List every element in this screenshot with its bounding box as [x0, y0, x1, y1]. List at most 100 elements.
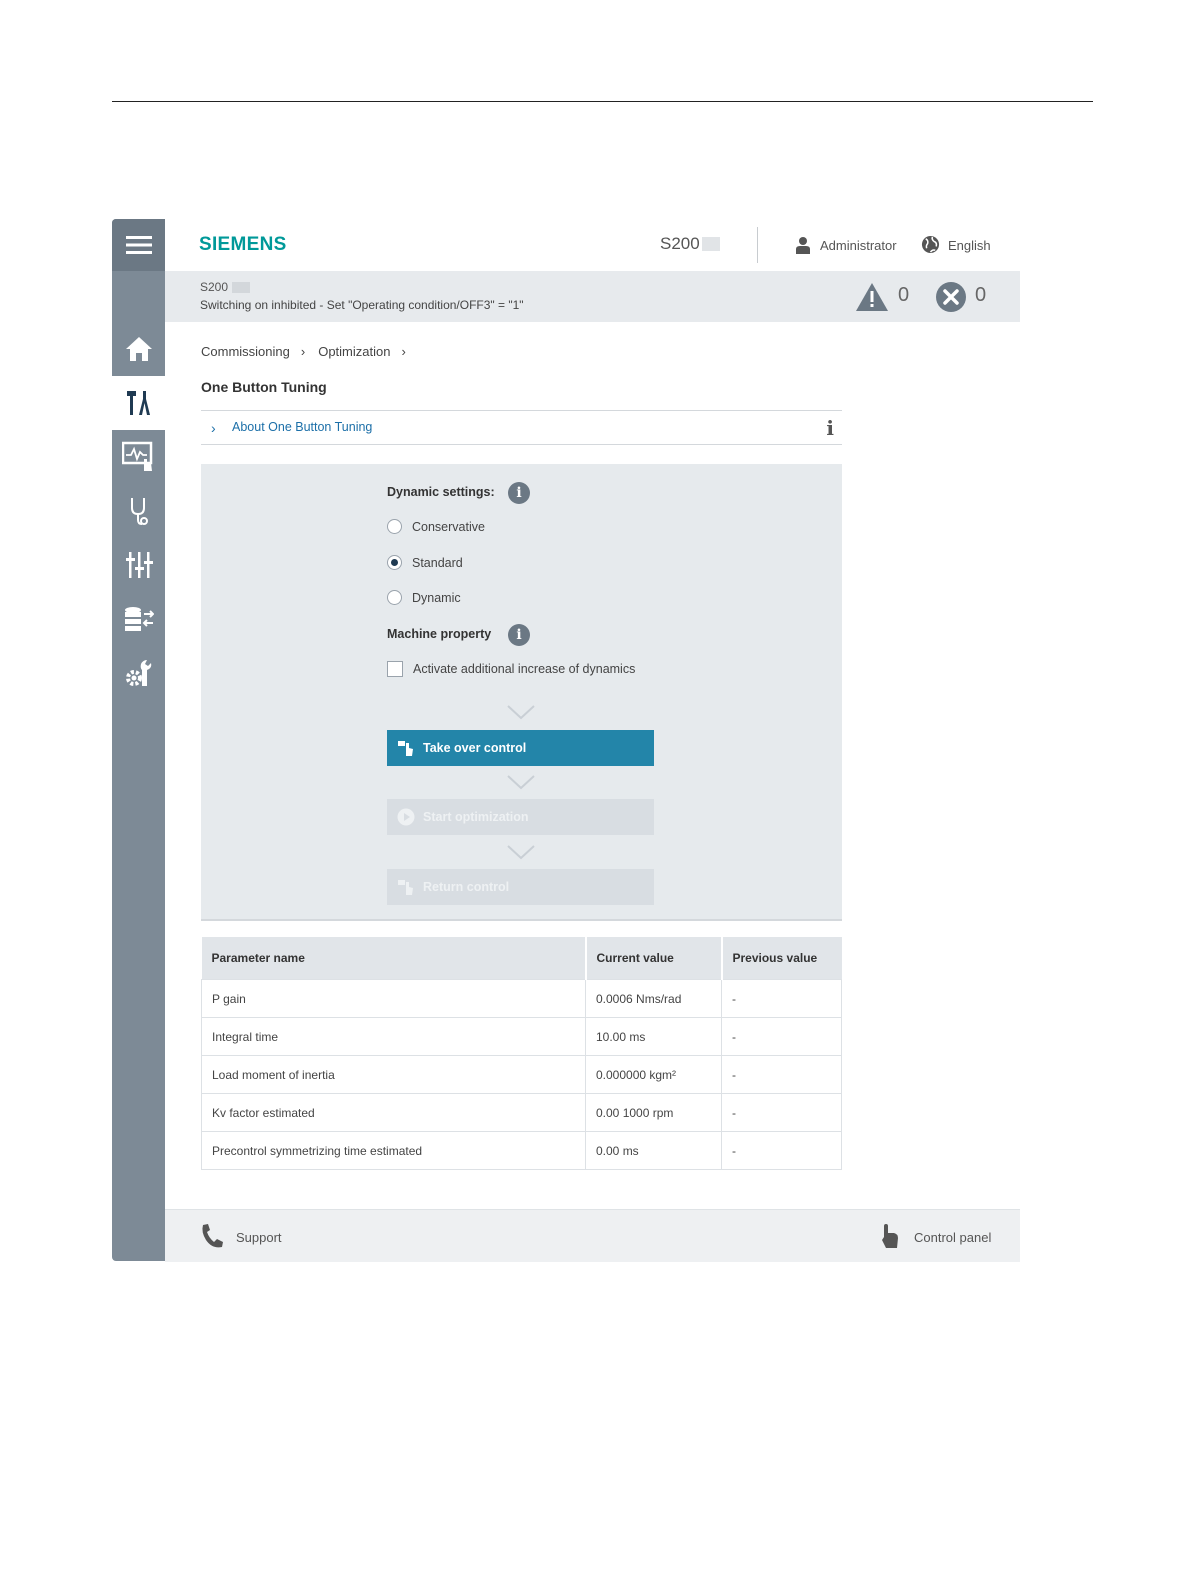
table-row: Kv factor estimated 0.00 1000 rpm - [201, 1093, 842, 1132]
error-count[interactable]: 0 [975, 284, 986, 307]
previous-value: - [721, 1055, 842, 1094]
radio-button[interactable] [387, 519, 402, 534]
radio-dynamic[interactable]: Dynamic [387, 590, 461, 605]
language-selector[interactable]: English [948, 238, 991, 253]
parameter-name: Kv factor estimated [201, 1093, 586, 1132]
breadcrumb-optimization[interactable]: Optimization [318, 344, 390, 359]
current-value: 0.00 ms [585, 1131, 722, 1170]
table-row: Load moment of inertia 0.000000 kgm² - [201, 1055, 842, 1094]
sidebar-item-monitoring[interactable] [112, 430, 165, 484]
take-over-control-label: Take over control [423, 741, 527, 755]
table-row: Integral time 10.00 ms - [201, 1017, 842, 1056]
return-control-button[interactable]: Return control [387, 869, 654, 905]
user-name[interactable]: Administrator [820, 238, 897, 253]
sidebar-item-parameters[interactable] [112, 538, 165, 592]
app-window: SIEMENS S200 Administrator English S200 … [112, 219, 1020, 1262]
about-expander[interactable]: › About One Button Tuning i [201, 410, 842, 445]
page-top-rule [112, 101, 1093, 102]
app-footer: Support Control panel [165, 1209, 1020, 1262]
radio-label: Standard [412, 555, 463, 570]
status-message: Switching on inhibited - Set "Operating … [200, 298, 524, 312]
menu-button[interactable] [112, 219, 165, 271]
radio-label: Conservative [412, 519, 485, 534]
current-value: 0.000000 kgm² [585, 1055, 722, 1094]
home-icon [125, 337, 152, 361]
machine-property-label: Machine property [387, 627, 492, 641]
siemens-logo: SIEMENS [199, 234, 287, 255]
error-icon[interactable] [935, 282, 967, 314]
sidebar [112, 219, 165, 1261]
about-link[interactable]: About One Button Tuning [232, 420, 372, 434]
dynamic-settings-label: Dynamic settings: [387, 485, 495, 499]
chevron-right-icon: › [401, 344, 406, 359]
checkbox-label: Activate additional increase of dynamics [413, 662, 636, 676]
device-id-redacted [702, 237, 720, 251]
radio-label: Dynamic [412, 590, 461, 605]
take-over-control-button[interactable]: Take over control [387, 730, 654, 766]
chevron-right-icon: › [300, 344, 306, 359]
chevron-right-icon: › [211, 420, 216, 436]
database-transfer-icon [124, 607, 154, 631]
table-row: P gain 0.0006 Nms/rad - [201, 979, 842, 1018]
sidebar-item-diagnostics[interactable] [112, 484, 165, 538]
current-value: 10.00 ms [585, 1017, 722, 1056]
sliders-icon [125, 552, 153, 578]
hand-control-icon [397, 739, 415, 757]
parameter-name: Integral time [201, 1017, 586, 1056]
dynamic-info-icon[interactable]: i [508, 482, 530, 504]
sidebar-item-system[interactable] [112, 646, 165, 700]
tuning-panel: Dynamic settings: i Conservative Standar… [201, 464, 842, 921]
parameter-table: Parameter name Current value Previous va… [201, 937, 842, 1170]
radio-button-checked[interactable] [387, 555, 402, 570]
increase-dynamics-checkbox[interactable] [387, 661, 403, 677]
start-optimization-button[interactable]: Start optimization [387, 799, 654, 835]
play-icon [397, 808, 415, 826]
breadcrumb-commissioning[interactable]: Commissioning [201, 344, 290, 359]
monitor-touch-icon [121, 441, 152, 471]
radio-conservative[interactable]: Conservative [387, 519, 485, 534]
device-name: S200 [660, 234, 700, 253]
parameter-name: Precontrol symmetrizing time estimated [201, 1131, 586, 1170]
column-header-current: Current value [585, 937, 723, 980]
sidebar-item-backup-restore[interactable] [112, 592, 165, 646]
warning-icon[interactable] [855, 282, 889, 312]
page-title: One Button Tuning [201, 379, 327, 395]
status-bar: S200 Switching on inhibited - Set "Opera… [165, 271, 1020, 322]
user-icon[interactable] [795, 236, 811, 254]
machine-info-icon[interactable]: i [508, 624, 530, 646]
hamburger-icon [125, 236, 152, 254]
current-value: 0.00 1000 rpm [585, 1093, 722, 1132]
parameter-name: P gain [201, 979, 586, 1018]
table-row: Precontrol symmetrizing time estimated 0… [201, 1131, 842, 1170]
table-header-row: Parameter name Current value Previous va… [201, 937, 842, 980]
pointing-hand-icon[interactable] [879, 1223, 899, 1249]
status-device-id-redacted [232, 282, 250, 293]
tools-icon [126, 391, 150, 415]
breadcrumb: Commissioning › Optimization › [201, 344, 419, 359]
column-header-parameter: Parameter name [201, 937, 587, 980]
info-icon[interactable]: i [826, 416, 834, 440]
column-header-previous: Previous value [721, 937, 842, 980]
return-control-label: Return control [423, 880, 510, 894]
chevron-down-icon [507, 775, 535, 790]
chevron-down-icon [507, 705, 535, 720]
chevron-down-icon [507, 845, 535, 860]
warning-count[interactable]: 0 [898, 284, 909, 307]
previous-value: - [721, 1131, 842, 1170]
header-divider [757, 227, 758, 263]
sidebar-item-home[interactable] [112, 322, 165, 376]
gear-wrench-icon [125, 660, 151, 686]
increase-dynamics-option[interactable]: Activate additional increase of dynamics [387, 661, 635, 677]
radio-button[interactable] [387, 590, 402, 605]
sidebar-item-commissioning[interactable] [112, 376, 165, 430]
globe-icon[interactable] [921, 235, 940, 254]
radio-standard[interactable]: Standard [387, 555, 463, 570]
previous-value: - [721, 1093, 842, 1132]
start-optimization-label: Start optimization [423, 810, 529, 824]
parameter-name: Load moment of inertia [201, 1055, 586, 1094]
app-header: SIEMENS S200 Administrator English [165, 219, 1020, 271]
support-link[interactable]: Support [236, 1230, 282, 1245]
phone-icon[interactable] [200, 1223, 224, 1249]
status-device-name: S200 [200, 280, 229, 294]
control-panel-link[interactable]: Control panel [914, 1230, 991, 1245]
